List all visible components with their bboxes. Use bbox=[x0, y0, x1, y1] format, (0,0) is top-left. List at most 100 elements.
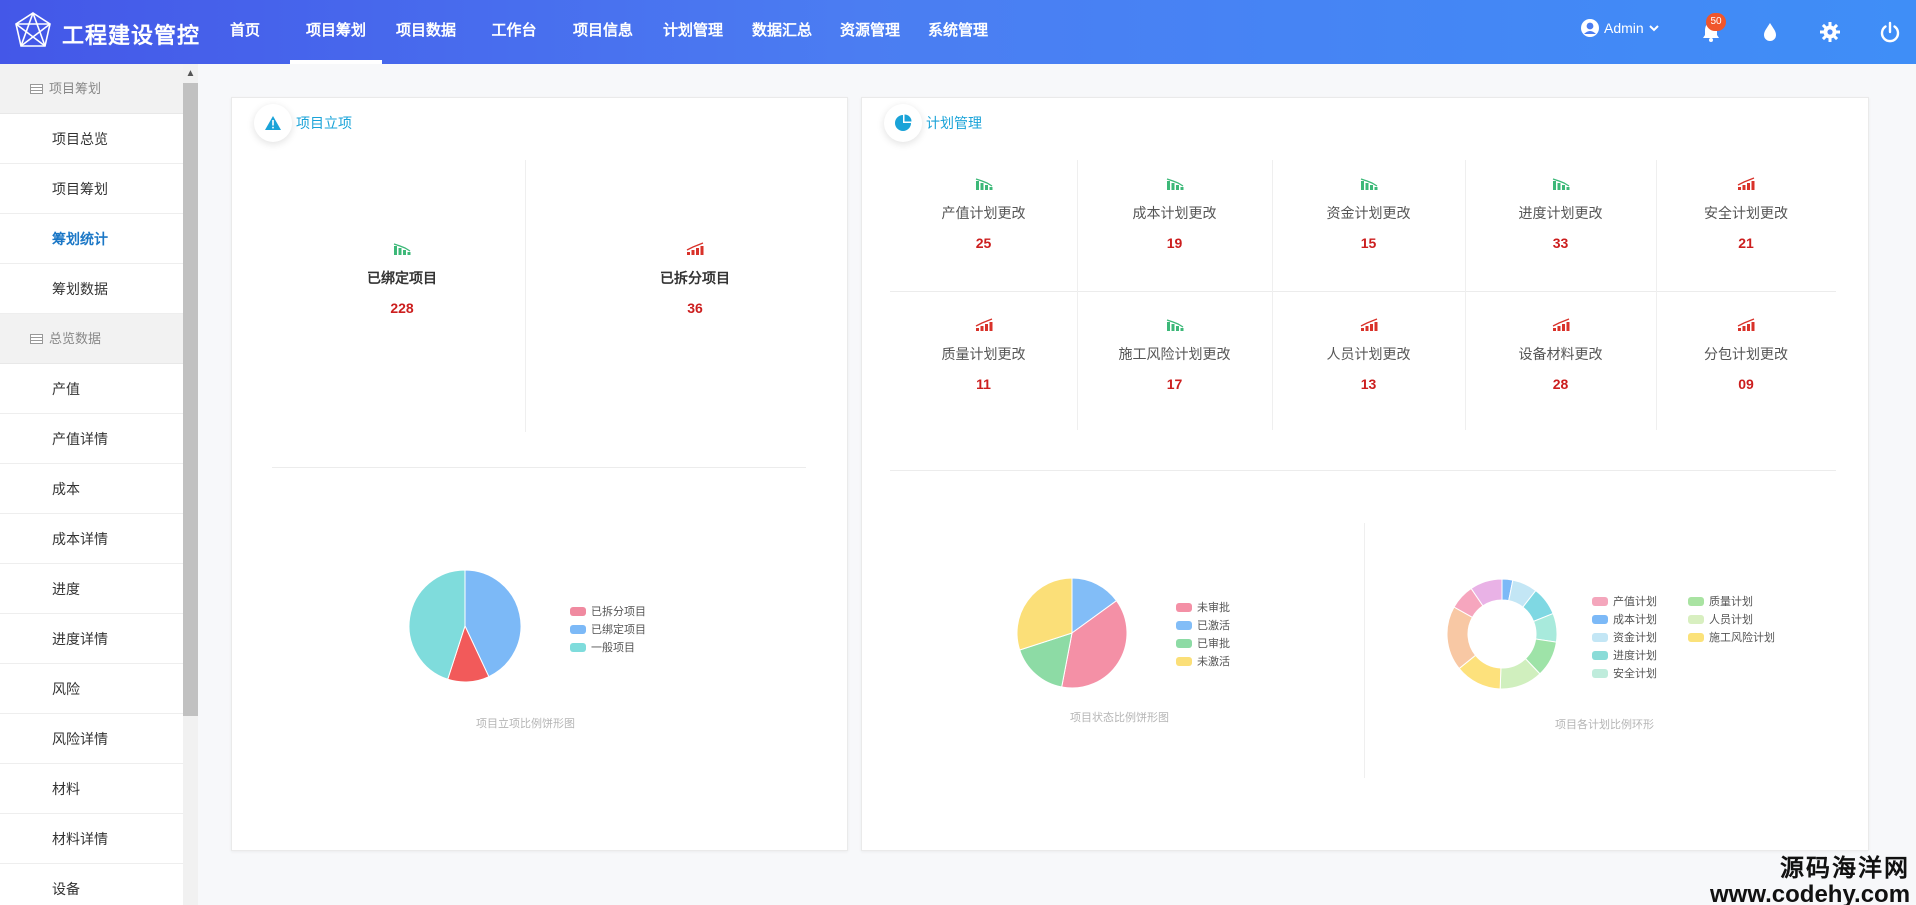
trend-up-chart-icon bbox=[1737, 177, 1755, 190]
card-header: 项目立项 bbox=[254, 98, 352, 148]
sidebar-item-cost-detail[interactable]: 成本详情 bbox=[0, 514, 183, 564]
legend-item[interactable]: 一般项目 bbox=[570, 638, 646, 656]
project-status-legend: 未审批 已激活 已审批 未激活 bbox=[1176, 598, 1230, 670]
sidebar-group-overview-data[interactable]: 总览数据 bbox=[0, 314, 183, 364]
list-icon bbox=[30, 83, 43, 94]
legend-swatch bbox=[1688, 596, 1704, 606]
gear-icon[interactable] bbox=[1818, 20, 1842, 44]
nav-home[interactable]: 首页 bbox=[212, 0, 278, 64]
nav-project-info[interactable]: 项目信息 bbox=[558, 0, 648, 64]
sidebar-item-progress[interactable]: 进度 bbox=[0, 564, 183, 614]
sidebar-scrollbar-thumb[interactable] bbox=[183, 83, 198, 716]
sidebar-item-material-detail[interactable]: 材料详情 bbox=[0, 814, 183, 864]
legend-item[interactable]: 进度计划 bbox=[1592, 646, 1657, 664]
legend-item[interactable]: 安全计划 bbox=[1592, 664, 1657, 682]
legend-swatch bbox=[1176, 620, 1192, 630]
stat-value: 19 bbox=[1166, 235, 1183, 251]
nav-data-summary[interactable]: 数据汇总 bbox=[738, 0, 826, 64]
stat-label: 分包计划更改 bbox=[1704, 346, 1788, 362]
divider bbox=[890, 291, 1836, 292]
notification-badge: 50 bbox=[1706, 13, 1726, 31]
plan-ratio-donut-chart bbox=[1446, 578, 1558, 690]
divider bbox=[1465, 160, 1466, 430]
sidebar-item-risk[interactable]: 风险 bbox=[0, 664, 183, 714]
card-title: 项目立项 bbox=[296, 115, 352, 131]
watermark-text-line2: www.codehy.com bbox=[1710, 881, 1911, 905]
legend-label: 已绑定项目 bbox=[591, 624, 646, 636]
plan-stat-item: 设备材料更改 28 bbox=[1465, 318, 1656, 392]
legend-item[interactable]: 质量计划 bbox=[1688, 592, 1775, 610]
stat-bound-projects: 已绑定项目 228 bbox=[312, 242, 492, 316]
sidebar-item-risk-detail[interactable]: 风险详情 bbox=[0, 714, 183, 764]
nav-workbench[interactable]: 工作台 bbox=[470, 0, 558, 64]
stat-value: 36 bbox=[687, 300, 703, 316]
legend-label: 已激活 bbox=[1197, 620, 1230, 632]
stat-value: 11 bbox=[976, 376, 991, 392]
plan-stat-item: 资金计划更改 15 bbox=[1272, 177, 1465, 251]
nav-project-data[interactable]: 项目数据 bbox=[382, 0, 470, 64]
sidebar-item-progress-detail[interactable]: 进度详情 bbox=[0, 614, 183, 664]
legend-item[interactable]: 资金计划 bbox=[1592, 628, 1657, 646]
stat-label: 进度计划更改 bbox=[1518, 205, 1603, 221]
nav-plan-management[interactable]: 计划管理 bbox=[648, 0, 738, 64]
sidebar-item-project-planning[interactable]: 项目筹划 bbox=[0, 164, 183, 214]
list-icon bbox=[30, 333, 43, 344]
power-icon[interactable] bbox=[1878, 20, 1902, 44]
user-menu[interactable]: Admin bbox=[1580, 18, 1664, 38]
legend-label: 质量计划 bbox=[1709, 596, 1753, 608]
top-navbar: 工程建设管控 首页 项目筹划 项目数据 工作台 项目信息 计划管理 数据汇总 资… bbox=[0, 0, 1916, 64]
project-approval-legend: 已拆分项目 已绑定项目 一般项目 bbox=[570, 602, 646, 656]
sidebar-item-planning-data[interactable]: 筹划数据 bbox=[0, 264, 183, 314]
legend-label: 资金计划 bbox=[1613, 632, 1657, 644]
card-header: 计划管理 bbox=[884, 98, 982, 148]
scroll-up-arrow-icon[interactable]: ▲ bbox=[183, 64, 198, 83]
card-title: 计划管理 bbox=[926, 115, 982, 131]
app-logo-icon bbox=[15, 12, 51, 47]
legend-item[interactable]: 施工风险计划 bbox=[1688, 628, 1775, 646]
stat-value: 21 bbox=[1738, 235, 1754, 251]
plan-stat-item: 分包计划更改 09 bbox=[1656, 318, 1836, 392]
legend-item[interactable]: 已审批 bbox=[1176, 634, 1230, 652]
legend-item[interactable]: 已拆分项目 bbox=[570, 602, 646, 620]
legend-item[interactable]: 已激活 bbox=[1176, 616, 1230, 634]
legend-label: 成本计划 bbox=[1613, 614, 1657, 626]
legend-item[interactable]: 未激活 bbox=[1176, 652, 1230, 670]
stat-label: 已拆分项目 bbox=[660, 270, 730, 286]
legend-item[interactable]: 人员计划 bbox=[1688, 610, 1775, 628]
sidebar-item-cost[interactable]: 成本 bbox=[0, 464, 183, 514]
plan-stat-item: 施工风险计划更改 17 bbox=[1077, 318, 1272, 392]
nav-system-management[interactable]: 系统管理 bbox=[914, 0, 1002, 64]
legend-item[interactable]: 已绑定项目 bbox=[570, 620, 646, 638]
sidebar-item-output[interactable]: 产值 bbox=[0, 364, 183, 414]
sidebar-item-output-detail[interactable]: 产值详情 bbox=[0, 414, 183, 464]
plan-stat-item: 质量计划更改 11 bbox=[890, 318, 1077, 392]
chart-caption: 项目立项比例饼形图 bbox=[476, 718, 575, 730]
sidebar-item-project-overview[interactable]: 项目总览 bbox=[0, 114, 183, 164]
legend-item[interactable]: 成本计划 bbox=[1592, 610, 1657, 628]
stat-label: 施工风险计划更改 bbox=[1118, 346, 1231, 362]
stat-value: 09 bbox=[1738, 376, 1754, 392]
trend-up-chart-icon bbox=[686, 242, 704, 255]
plan-management-card: 计划管理 产值计划更改 25 成本计划更改 19 资金计划更改 15 进度计划更改 33 安全计… bbox=[861, 97, 1869, 851]
sidebar-group-label: 总览数据 bbox=[49, 330, 102, 346]
sidebar-item-planning-statistics[interactable]: 筹划统计 bbox=[0, 214, 183, 264]
sidebar-item-equipment[interactable]: 设备 bbox=[0, 864, 183, 905]
trend-down-chart-icon bbox=[1360, 178, 1377, 190]
trend-down-chart-icon bbox=[1166, 178, 1183, 190]
nav-project-planning[interactable]: 项目筹划 bbox=[290, 0, 382, 64]
divider bbox=[525, 160, 526, 432]
nav-resource-management[interactable]: 资源管理 bbox=[826, 0, 914, 64]
legend-item[interactable]: 产值计划 bbox=[1592, 592, 1657, 610]
legend-swatch bbox=[1592, 650, 1608, 660]
sidebar-group-project-planning[interactable]: 项目筹划 bbox=[0, 64, 183, 114]
legend-swatch bbox=[1176, 602, 1192, 612]
stat-split-projects: 已拆分项目 36 bbox=[605, 242, 785, 316]
app-title: 工程建设管控 bbox=[62, 23, 201, 48]
chevron-down-icon bbox=[1648, 25, 1659, 32]
project-approval-pie-chart bbox=[408, 569, 522, 683]
trend-up-chart-icon bbox=[1552, 318, 1569, 331]
legend-label: 产值计划 bbox=[1613, 596, 1657, 608]
legend-item[interactable]: 未审批 bbox=[1176, 598, 1230, 616]
water-drop-icon[interactable] bbox=[1758, 20, 1782, 44]
sidebar-item-material[interactable]: 材料 bbox=[0, 764, 183, 814]
